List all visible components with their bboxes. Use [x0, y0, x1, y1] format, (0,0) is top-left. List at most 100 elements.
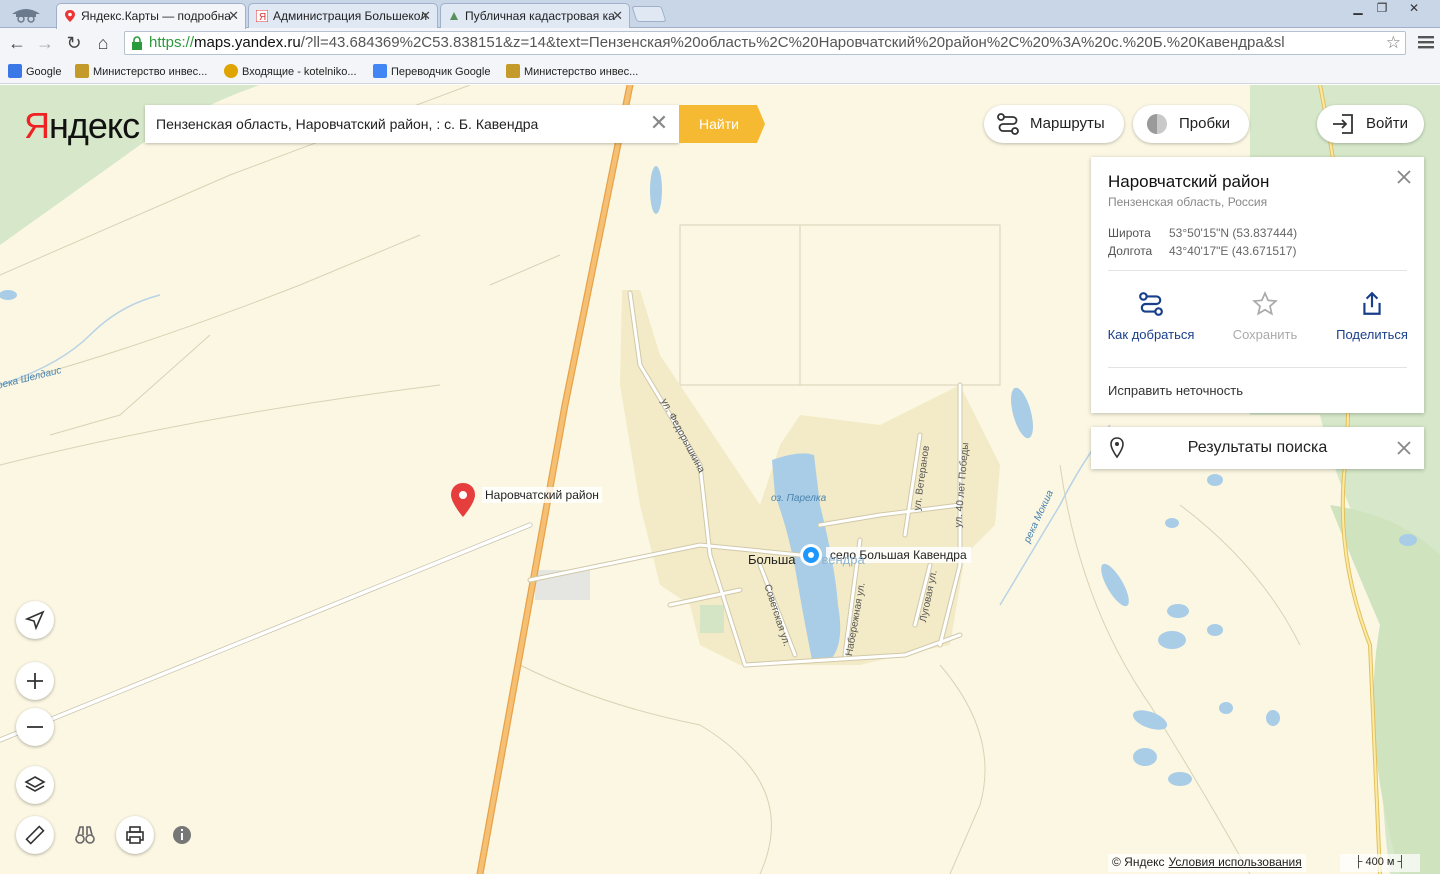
zoom-in-button[interactable]	[16, 662, 54, 700]
bookmark-translate[interactable]: Переводчик Google	[373, 64, 491, 78]
translate-icon	[373, 64, 387, 78]
address-bar[interactable]: https://maps.yandex.ru/?ll=43.684369%2C5…	[124, 31, 1406, 55]
route-icon	[997, 113, 1019, 135]
town-label-visible: Больша	[748, 552, 796, 567]
close-icon[interactable]	[1395, 439, 1413, 457]
tab-close-icon[interactable]: ✕	[420, 8, 431, 24]
lock-icon	[132, 36, 142, 50]
search-button-label: Найти	[699, 116, 739, 132]
tab-administration[interactable]: Я Администрация Большекол ✕	[248, 3, 438, 28]
window-close-button[interactable]: ✕	[1400, 0, 1428, 18]
tab-title: Публичная кадастровая ка	[465, 9, 615, 23]
tab-close-icon[interactable]: ✕	[612, 8, 623, 24]
place-title: Наровчатский район	[1108, 172, 1270, 191]
forward-arrow-icon[interactable]: →	[34, 32, 56, 54]
tab-title: Яндекс.Карты — подробна	[81, 9, 231, 23]
zoom-out-button[interactable]	[16, 708, 54, 746]
save-button[interactable]: Сохранить	[1215, 291, 1315, 342]
new-tab-button[interactable]	[631, 6, 667, 22]
traffic-button[interactable]: Пробки	[1133, 105, 1249, 143]
scale-label: 400 м	[1365, 856, 1395, 868]
divider	[1108, 367, 1407, 368]
latitude-value: 53°50'15"N (53.837444)	[1169, 226, 1298, 240]
minus-icon	[27, 726, 43, 728]
bookmark-google[interactable]: Google	[8, 64, 61, 78]
browser-tab-strip: Яндекс.Карты — подробна ✕ Я Администраци…	[0, 0, 1440, 29]
mail-at-icon	[224, 64, 238, 78]
login-button[interactable]: Войти	[1317, 105, 1424, 143]
town-label-faded: вендра	[821, 552, 865, 567]
share-button[interactable]: Поделиться	[1322, 291, 1422, 342]
bookmark-label: Министерство инвес...	[93, 66, 208, 78]
latitude-label: Широта	[1108, 226, 1151, 240]
login-label: Войти	[1366, 115, 1408, 132]
home-icon[interactable]: ⌂	[92, 32, 114, 54]
bookmark-label: Министерство инвес...	[524, 66, 639, 78]
url-host: maps.yandex.ru	[194, 34, 301, 51]
panorama-binoculars-icon[interactable]	[73, 823, 97, 847]
search-input-value: Пензенская область, Наровчатский район, …	[156, 116, 539, 132]
bookmark-ministry-2[interactable]: Министерство инвес...	[506, 64, 638, 78]
browser-menu-icon[interactable]	[1418, 34, 1434, 50]
divider	[1108, 270, 1407, 271]
bookmark-ministry-1[interactable]: Министерство инвес...	[75, 64, 207, 78]
url-scheme: https://	[149, 34, 195, 51]
copyright-text: © Яндекс	[1112, 855, 1165, 869]
traffic-icon	[1147, 114, 1167, 134]
close-icon[interactable]	[1395, 168, 1413, 186]
terms-link[interactable]: Условия использования	[1169, 855, 1302, 869]
lake-label: оз. Парелка	[771, 493, 827, 504]
routes-label: Маршруты	[1030, 115, 1105, 132]
tab-cadastre-map[interactable]: Публичная кадастровая ка ✕	[440, 3, 630, 28]
cadastre-favicon-icon	[450, 12, 458, 20]
bookmark-label: Входящие - kotelniko...	[242, 66, 357, 78]
bookmark-label: Google	[26, 66, 62, 78]
district-pin-icon[interactable]	[451, 483, 475, 517]
logo-rest: ндекс	[49, 105, 140, 146]
tab-close-icon[interactable]: ✕	[228, 8, 239, 24]
incognito-icon	[12, 9, 40, 23]
logo-first-letter: Я	[24, 105, 50, 146]
print-button[interactable]	[116, 816, 154, 854]
map-canvas[interactable]: Наровчатский район село Большая Кавендра…	[0, 85, 1440, 874]
place-card: Наровчатский район Пензенская область, Р…	[1091, 157, 1424, 413]
search-input[interactable]: Пензенская область, Наровчатский район, …	[145, 105, 679, 143]
stream	[0, 294, 161, 386]
yandex-maps-pin-icon	[65, 10, 75, 22]
info-icon[interactable]	[170, 823, 194, 847]
save-label: Сохранить	[1232, 327, 1298, 342]
routes-button[interactable]: Маршруты	[984, 105, 1124, 143]
browser-toolbar: ← → ↻ ⌂ https://maps.yandex.ru/?ll=43.68…	[0, 28, 1440, 58]
share-label: Поделиться	[1336, 327, 1408, 342]
window-restore-button[interactable]: ❐	[1368, 0, 1396, 18]
district-pin-label: Наровчатский район	[482, 487, 602, 503]
crest-icon	[506, 64, 520, 78]
search-button[interactable]: Найти	[679, 105, 765, 143]
yandex-favicon-icon: Я	[256, 10, 268, 22]
bookmark-star-icon[interactable]: ☆	[1386, 32, 1401, 54]
share-icon	[1363, 291, 1381, 315]
yandex-logo[interactable]: Яндекс	[24, 105, 140, 147]
back-arrow-icon[interactable]: ←	[6, 32, 28, 54]
directions-button[interactable]: Как добраться	[1101, 291, 1201, 342]
ruler-icon	[25, 825, 45, 845]
crest-icon	[75, 64, 89, 78]
login-icon	[1333, 114, 1353, 134]
route-icon	[1139, 292, 1163, 316]
geolocation-button[interactable]	[16, 601, 54, 639]
ruler-button[interactable]	[16, 816, 54, 854]
bookmarks-bar: Google Министерство инвес... Входящие - …	[0, 58, 1440, 84]
directions-label: Как добраться	[1107, 327, 1195, 342]
tab-yandex-maps[interactable]: Яндекс.Карты — подробна ✕	[56, 3, 246, 29]
star-icon	[1252, 291, 1278, 316]
svg-text:Я: Я	[259, 12, 266, 22]
search-results-label: Результаты поиска	[1187, 439, 1328, 456]
search-results-panel[interactable]: Результаты поиска	[1091, 427, 1424, 469]
search-clear-icon[interactable]: ✕	[648, 112, 670, 135]
report-error-link[interactable]: Исправить неточность	[1108, 383, 1243, 398]
reload-icon[interactable]: ↻	[63, 32, 85, 54]
bookmark-inbox[interactable]: Входящие - kotelniko...	[224, 64, 357, 78]
tab-title: Администрация Большекол	[273, 9, 428, 23]
geolocation-arrow-icon	[24, 610, 45, 631]
layers-button[interactable]	[16, 766, 54, 804]
